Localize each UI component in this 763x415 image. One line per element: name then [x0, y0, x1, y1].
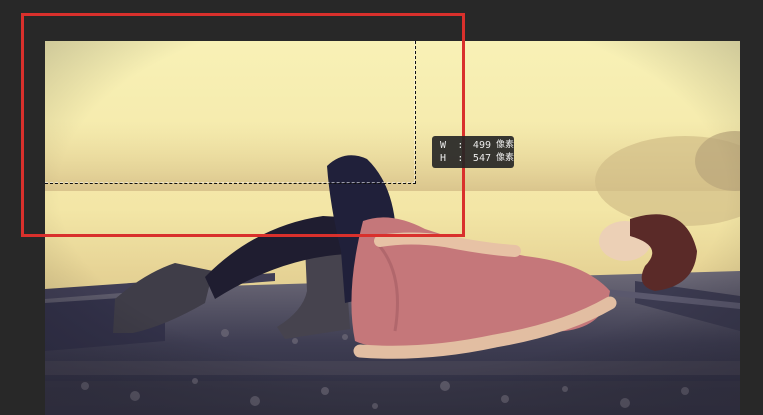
- width-colon: :: [457, 140, 464, 151]
- height-colon: :: [457, 153, 464, 164]
- selection-size-tooltip: W : 499 像素 H : 547 像素: [432, 136, 514, 168]
- height-readout: H : 547 像素: [440, 152, 514, 165]
- width-unit: 像素: [495, 140, 514, 150]
- width-value: 499: [472, 140, 491, 151]
- height-label: H: [440, 153, 447, 164]
- width-label: W: [440, 140, 447, 151]
- height-unit: 像素: [495, 153, 514, 163]
- width-readout: W : 499 像素: [440, 139, 514, 152]
- highlight-annotation-box: [21, 13, 465, 237]
- photoshop-canvas[interactable]: W : 499 像素 H : 547 像素: [0, 0, 763, 415]
- height-value: 547: [472, 153, 491, 164]
